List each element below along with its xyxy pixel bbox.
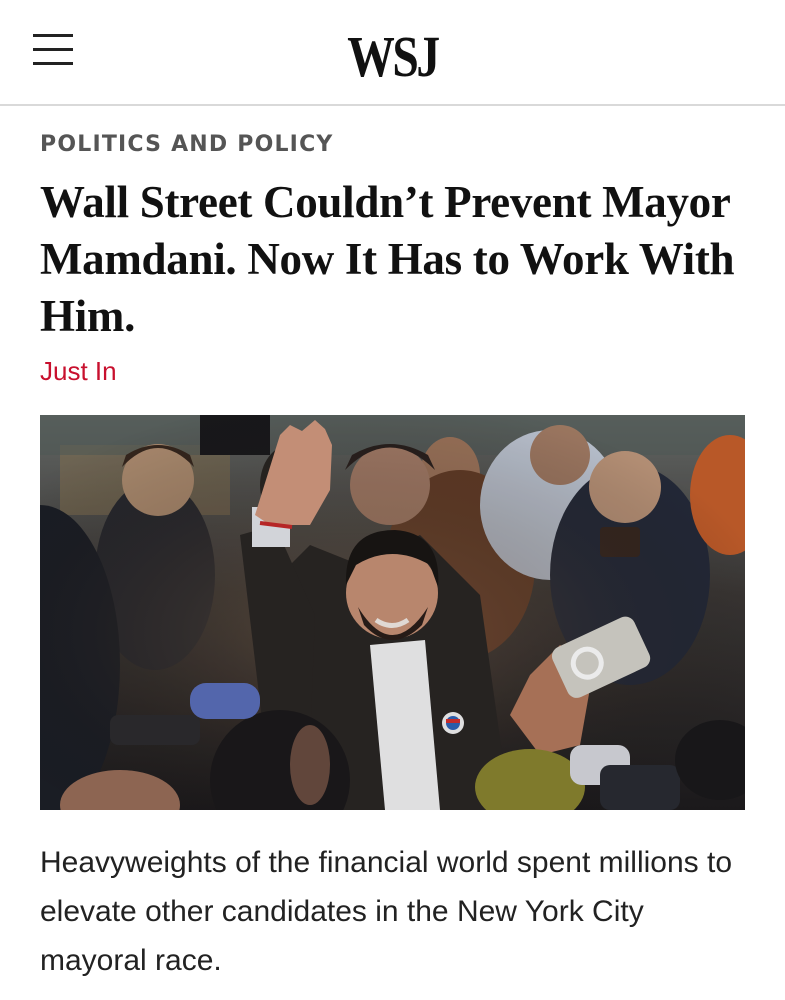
article-headline[interactable]: Wall Street Couldn’t Prevent Mayor Mamda…: [40, 174, 740, 345]
hamburger-menu-button[interactable]: [30, 30, 76, 68]
section-label[interactable]: POLITICS AND POLICY: [40, 132, 334, 157]
article-dek: Heavyweights of the financial world spen…: [40, 846, 733, 977]
menu-bar-line: [33, 34, 73, 37]
article-hero-image[interactable]: [40, 415, 745, 810]
menu-bar-line: [33, 62, 73, 65]
menu-bar-line: [33, 48, 73, 51]
wsj-logo[interactable]: WSJ: [71, 22, 715, 92]
just-in-flag: Just In: [40, 356, 117, 386]
hero-photo-illustration: [40, 415, 745, 810]
site-header: WSJ: [0, 0, 785, 106]
